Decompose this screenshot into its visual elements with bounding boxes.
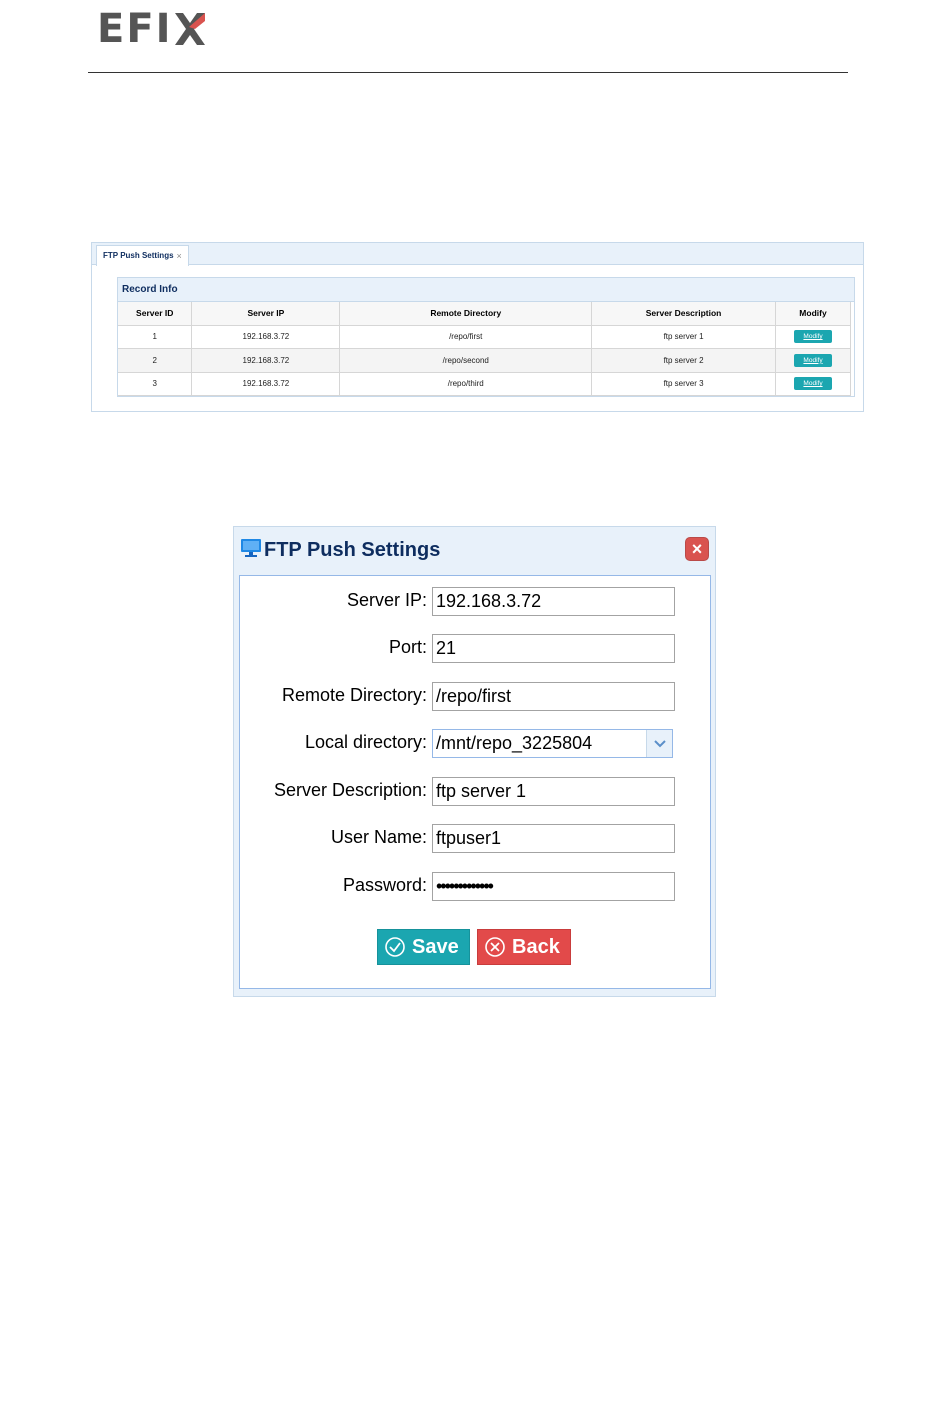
cell-server-description: ftp server 2 [591, 348, 776, 373]
field-row-server-description: Server Description: [240, 777, 710, 806]
password-input[interactable] [432, 872, 675, 901]
password-label: Password: [342, 875, 427, 895]
user-name-label: User Name: [330, 827, 427, 847]
server-ip-input[interactable] [432, 587, 675, 616]
back-button[interactable]: Back [477, 929, 571, 965]
save-button[interactable]: Save [377, 929, 470, 965]
back-label: Back [512, 935, 560, 958]
table-header-row: Server ID Server IP Remote Directory Ser… [118, 302, 851, 326]
logo-text: EFI [97, 6, 173, 52]
remote-directory-input[interactable] [432, 682, 675, 711]
cell-server-ip: 192.168.3.72 [191, 372, 341, 396]
field-row-user-name: User Name: [240, 824, 710, 853]
cell-modify: Modify [775, 372, 851, 396]
field-row-password: Password: [240, 872, 710, 901]
local-directory-select[interactable]: /mnt/repo_3225804 [432, 729, 673, 758]
port-input[interactable] [432, 634, 675, 663]
modify-button[interactable]: Modify [794, 353, 832, 367]
modify-button[interactable]: Modify [794, 377, 832, 391]
table-row: 1 192.168.3.72 /repo/first ftp server 1 … [118, 325, 851, 349]
col-header-remote-directory: Remote Directory [339, 302, 593, 326]
local-directory-label: Local directory: [304, 732, 427, 752]
ftp-push-settings-dialog: FTP Push Settings × Server IP: Port: Rem… [233, 526, 716, 997]
local-directory-value: /mnt/repo_3225804 [436, 733, 593, 753]
dialog-title: FTP Push Settings [264, 538, 441, 561]
cell-server-description: ftp server 1 [591, 325, 776, 349]
cell-remote-directory: /repo/second [339, 348, 593, 373]
cell-remote-directory: /repo/third [339, 372, 593, 396]
logo-x-mark [174, 11, 205, 47]
field-row-server-ip: Server IP: [240, 587, 710, 616]
field-row-local-directory: Local directory: /mnt/repo_3225804 [240, 729, 710, 758]
tab-ftp-push-settings[interactable]: FTP Push Settings × [96, 245, 189, 266]
cell-server-id: 2 [118, 348, 193, 373]
record-panel: FTP Push Settings × Record Info Server I… [91, 242, 864, 412]
field-row-remote-directory: Remote Directory: [240, 682, 710, 711]
dialog-form: Server IP: Port: Remote Directory: Local… [239, 575, 711, 989]
modify-button[interactable]: Modify [794, 330, 832, 344]
tab-bar: FTP Push Settings × [92, 243, 863, 266]
remote-directory-label: Remote Directory: [281, 685, 427, 705]
tab-close-icon[interactable]: × [177, 246, 182, 266]
close-icon[interactable]: × [685, 537, 709, 561]
field-row-port: Port: [240, 634, 710, 663]
cell-server-id: 3 [118, 372, 193, 396]
efix-logo: EFI [97, 6, 205, 52]
chevron-down-icon[interactable] [646, 730, 672, 757]
dialog-title-bar: FTP Push Settings [240, 535, 440, 565]
cell-modify: Modify [775, 348, 851, 373]
tab-label: FTP Push Settings [103, 251, 174, 260]
user-name-input[interactable] [432, 824, 675, 853]
table-row: 2 192.168.3.72 /repo/second ftp server 2… [118, 348, 851, 373]
cell-server-ip: 192.168.3.72 [191, 348, 341, 373]
col-header-server-description: Server Description [591, 302, 776, 326]
col-header-server-id: Server ID [118, 302, 193, 326]
cell-server-ip: 192.168.3.72 [191, 325, 341, 349]
table-row: 3 192.168.3.72 /repo/third ftp server 3 … [118, 372, 851, 396]
cell-remote-directory: /repo/first [339, 325, 593, 349]
port-label: Port: [388, 637, 427, 657]
col-header-modify: Modify [775, 302, 851, 326]
cell-modify: Modify [775, 325, 851, 349]
server-description-input[interactable] [432, 777, 675, 806]
server-description-label: Server Description: [273, 780, 427, 800]
record-info-title: Record Info [118, 278, 854, 302]
save-label: Save [412, 935, 459, 958]
cell-server-description: ftp server 3 [591, 372, 776, 396]
header-divider [88, 72, 848, 73]
col-header-server-ip: Server IP [191, 302, 341, 326]
check-circle-icon [385, 937, 405, 957]
record-info-box: Record Info Server ID Server IP Remote D… [117, 277, 855, 397]
server-ip-label: Server IP: [346, 590, 427, 610]
cell-server-id: 1 [118, 325, 193, 349]
monitor-icon [240, 537, 262, 564]
record-table: Server ID Server IP Remote Directory Ser… [118, 302, 851, 396]
cancel-circle-icon [485, 937, 505, 957]
